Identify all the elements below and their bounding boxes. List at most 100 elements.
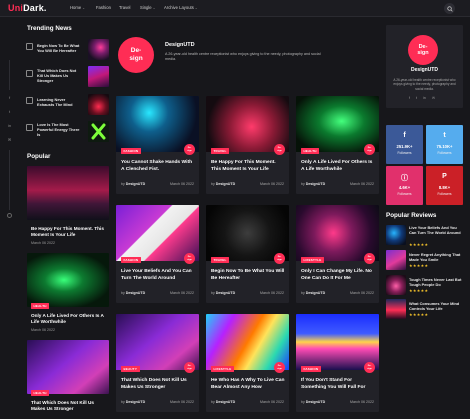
review-item-title[interactable]: Tough Times Never Last But Tough People …	[409, 277, 465, 287]
linkedin-icon[interactable]: in	[423, 96, 426, 100]
category-tag[interactable]: FASHION	[301, 366, 321, 372]
article-card[interactable]: BEAUTY De-sign That Which Does Not Kill Us…	[116, 314, 199, 412]
author-avatar[interactable]: De-sign	[364, 362, 375, 373]
article-card[interactable]: TRAVEL De-sign Begin Now To Be What You Wi…	[206, 205, 289, 303]
category-tag[interactable]: HEALTH	[301, 148, 320, 154]
trending-item-title[interactable]: That Which Does Not Kill Us Makes Us Str…	[37, 68, 83, 84]
article-title[interactable]: Be Happy For This Moment. This Moment Is…	[211, 160, 285, 173]
twitter-icon[interactable]: t	[6, 108, 13, 115]
trending-item-title[interactable]: Begin Now To Be What You Will Be Hereaft…	[37, 43, 83, 53]
twitter-followers-box[interactable]: t 75.10K+ Followers	[426, 125, 463, 164]
category-tag[interactable]: FASHION	[121, 257, 141, 263]
author-avatar[interactable]: De-sign	[364, 144, 375, 155]
author-avatar[interactable]: De-sign	[184, 144, 195, 155]
nav-travel[interactable]: Travel	[119, 5, 130, 10]
nav-home[interactable]: Home⌄	[70, 5, 85, 10]
article-card[interactable]: HEALTH De-sign Only A Life Lived For Other…	[296, 96, 379, 194]
article-author[interactable]: DesignUTD	[126, 182, 145, 186]
category-tag[interactable]: BEAUTY	[121, 366, 140, 372]
mail-icon[interactable]: ✉	[6, 136, 13, 143]
follower-label: Followers	[437, 151, 452, 155]
mail-icon[interactable]: ✉	[432, 96, 435, 100]
review-item-title[interactable]: Never Regret Anything That Made You Smil…	[409, 252, 465, 262]
linkedin-icon[interactable]: in	[6, 122, 13, 129]
article-title[interactable]: That Which Does Not Kill Us Makes Us Str…	[121, 378, 195, 391]
facebook-followers-box[interactable]: f 251.9K+ Followers	[386, 125, 423, 164]
search-button[interactable]	[444, 3, 455, 14]
article-author[interactable]: DesignUTD	[216, 400, 235, 404]
popular-image[interactable]	[27, 166, 109, 220]
review-item-title[interactable]: Live Your Beliefs And You Can Turn The W…	[409, 225, 465, 235]
article-card[interactable]: FASHION De-sign Live Your Beliefs And You …	[116, 205, 199, 303]
review-thumbnail[interactable]	[386, 299, 406, 319]
follower-count: 251.9K+	[396, 144, 413, 149]
author-avatar[interactable]: De-sign	[184, 362, 195, 373]
facebook-icon[interactable]: f	[409, 96, 410, 100]
article-title[interactable]: Live Your Beliefs And You Can Turn The W…	[121, 269, 195, 282]
popular-item-title[interactable]: That Which Does Not Kill Us Makes Us Str…	[31, 400, 109, 412]
pinterest-followers-box[interactable]: P 8.8K+ Followers	[426, 166, 463, 205]
author-avatar[interactable]: De-sign	[364, 253, 375, 264]
article-card[interactable]: LIFESTYLE De-sign He Who Has A Why To Live…	[206, 314, 289, 412]
article-author[interactable]: DesignUTD	[126, 291, 145, 295]
nav-fashion[interactable]: Fashion	[96, 5, 111, 10]
trending-item-title[interactable]: Learning Never Exhausts The Mind	[37, 97, 83, 107]
instagram-followers-box[interactable]: ⓘ 4.6K+ Followers	[386, 166, 423, 205]
article-author[interactable]: DesignUTD	[216, 182, 235, 186]
category-tag[interactable]: LIFESTYLE	[301, 257, 324, 263]
review-thumbnail[interactable]	[386, 225, 406, 245]
article-author[interactable]: DesignUTD	[126, 400, 145, 404]
popular-item-title[interactable]: Only A Life Lived For Others Is A Life W…	[31, 313, 109, 325]
article-title[interactable]: Only A Life Lived For Others Is A Life W…	[301, 160, 375, 173]
trending-item-title[interactable]: Love Is The Most Powerful Energy There I…	[37, 122, 83, 138]
nav-archive-layouts[interactable]: Archive Layouts⌄	[164, 5, 198, 10]
facebook-icon[interactable]: f	[6, 94, 13, 101]
article-author[interactable]: DesignUTD	[216, 291, 235, 295]
twitter-icon[interactable]: t	[416, 96, 417, 100]
review-thumbnail[interactable]	[386, 250, 406, 270]
popular-item-title[interactable]: Be Happy For This Moment. This Moment Is…	[31, 226, 109, 238]
author-avatar[interactable]: De-sign	[274, 144, 285, 155]
trending-thumbnail[interactable]	[88, 121, 109, 142]
article-date: March 06 2022	[350, 400, 374, 404]
nav-single[interactable]: Single⌄	[140, 5, 156, 10]
article-card[interactable]: FASHION De-sign You Cannot Shake Hands Wit…	[116, 96, 199, 194]
article-title[interactable]: Begin Now To Be What You Will Be Hereaft…	[211, 269, 285, 282]
author-avatar[interactable]: De-sign	[274, 253, 285, 264]
article-title[interactable]: Only I Can Change My Life. No One Can Do…	[301, 269, 375, 282]
popular-image[interactable]	[27, 253, 109, 307]
article-author[interactable]: DesignUTD	[306, 400, 325, 404]
article-title[interactable]: If You Don't Stand For Something You Wil…	[301, 378, 375, 391]
trending-thumbnail[interactable]	[88, 39, 109, 60]
article-card[interactable]: LIFESTYLE De-sign Only I Can Change My Lif…	[296, 205, 379, 303]
sidebar-author-logo[interactable]: De-sign	[408, 35, 438, 65]
author-avatar[interactable]: De-sign	[184, 253, 195, 264]
follower-label: Followers	[397, 192, 412, 196]
social-divider	[9, 60, 10, 90]
article-title[interactable]: He Who Has A Why To Live Can Bear Almost…	[211, 378, 285, 391]
author-name[interactable]: DesignUTD	[165, 42, 195, 48]
trending-thumbnail[interactable]	[88, 66, 109, 87]
sidebar-author-name[interactable]: DesignUTD	[386, 67, 463, 73]
article-author[interactable]: DesignUTD	[306, 182, 325, 186]
category-tag[interactable]: TRAVEL	[211, 148, 229, 154]
category-tag[interactable]: FASHION	[121, 148, 141, 154]
article-card[interactable]: FASHION De-sign If You Don't Stand For Som…	[296, 314, 379, 412]
article-date: March 06 2022	[170, 182, 194, 186]
trending-thumbnail[interactable]	[88, 94, 109, 115]
category-tag[interactable]: LIFESTYLE	[211, 366, 234, 372]
site-logo[interactable]: UniDark.	[8, 3, 47, 13]
review-item-title[interactable]: What Consumes Your Mind Controls Your Li…	[409, 301, 465, 311]
review-thumbnail[interactable]	[386, 275, 406, 295]
author-logo[interactable]: De-sign	[118, 37, 154, 73]
article-date: March 06 2022	[260, 182, 284, 186]
category-tag[interactable]: HEALTH	[31, 390, 50, 396]
category-tag[interactable]: HEALTH	[31, 303, 50, 309]
category-tag[interactable]: TRAVEL	[211, 257, 229, 263]
article-author[interactable]: DesignUTD	[306, 291, 325, 295]
neon-x-icon	[91, 123, 106, 140]
author-avatar[interactable]: De-sign	[274, 362, 285, 373]
article-title[interactable]: You Cannot Shake Hands With A Clenched F…	[121, 160, 195, 173]
popular-image[interactable]	[27, 340, 109, 394]
article-card[interactable]: TRAVEL De-sign Be Happy For This Moment. T…	[206, 96, 289, 194]
